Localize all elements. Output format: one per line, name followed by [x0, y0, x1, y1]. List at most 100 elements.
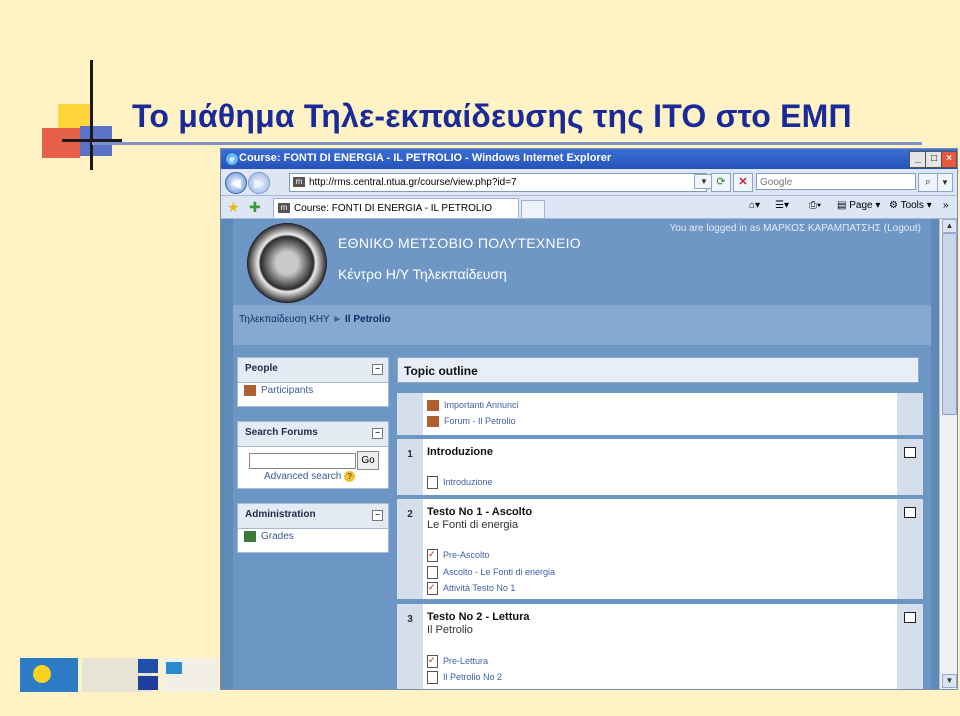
url-input[interactable]: m http://rms.central.ntua.gr/course/view.…: [289, 173, 707, 192]
section-2-body: Testo No 1 - Ascolto Le Fonti di energia…: [423, 499, 897, 599]
collapse-icon[interactable]: −: [372, 428, 383, 439]
quiz-link-attivita[interactable]: ✓ Attività Testo No 1: [427, 582, 515, 595]
highlight-checkbox[interactable]: [904, 612, 916, 623]
add-favorites-icon[interactable]: ✚: [249, 199, 261, 216]
users-icon: [244, 385, 256, 396]
help-icon[interactable]: ?: [344, 471, 356, 482]
ie-icon: e: [225, 152, 239, 166]
section-2: 2 Testo No 1 - Ascolto Le Fonti di energ…: [397, 499, 923, 599]
login-info[interactable]: You are logged in as ΜΑΡΚΟΣ ΚΑΡΑΜΠΑΤΣΗΣ …: [670, 223, 922, 234]
close-button[interactable]: ×: [941, 151, 957, 168]
document-icon: [427, 476, 438, 489]
new-tab-button[interactable]: [521, 200, 545, 219]
document-icon: [427, 671, 438, 684]
home-icon[interactable]: ⌂▾: [749, 200, 760, 211]
search-input[interactable]: Google: [756, 173, 916, 190]
feeds-icon[interactable]: ☰▾: [775, 200, 789, 211]
favorites-star-icon[interactable]: ★: [227, 199, 240, 216]
quiz-check-icon: ✓: [427, 582, 438, 595]
search-options-icon[interactable]: ▼: [937, 173, 953, 192]
resource-label: Introduzione: [443, 476, 493, 487]
section-number: 1: [397, 439, 423, 495]
forum-link-announcements[interactable]: Importanti Annunci: [427, 400, 519, 412]
breadcrumb-current: Il Petrolio: [345, 314, 391, 325]
quiz-check-icon: ✓: [427, 655, 438, 668]
back-button[interactable]: ◀: [225, 172, 247, 194]
collapse-icon[interactable]: −: [372, 364, 383, 375]
forward-button[interactable]: ▶: [248, 172, 270, 194]
people-block: People − Participants: [237, 357, 389, 407]
breadcrumb-home[interactable]: Τηλεκπαίδευση ΚΗΥ: [239, 314, 330, 325]
tab-bar: ★ ✚ m Course: FONTI DI ENERGIA - IL PETRO…: [221, 196, 957, 219]
advanced-search-link[interactable]: Advanced search ?: [264, 471, 356, 482]
go-button[interactable]: Go: [357, 451, 379, 470]
admin-block-title: Administration: [245, 509, 316, 520]
center-name: Κέντρο Η/Υ Τηλεκπαίδευση: [338, 266, 507, 282]
tools-menu-label: Tools: [900, 200, 924, 211]
resource-label: Pre-Lettura: [443, 655, 489, 666]
resource-label: Forum - Il Petrolio: [444, 416, 516, 426]
sponsor-logos: [20, 658, 218, 692]
decor-square-red: [42, 128, 80, 158]
grades-icon: [244, 531, 256, 542]
web-page: ΕΘΝΙΚΟ ΜΕΤΣΟΒΙΟ ΠΟΛΥΤΕΧΝΕΙΟ Κέντρο Η/Υ Τ…: [221, 219, 939, 689]
resource-label: Importanti Annunci: [444, 400, 519, 410]
section-1: 1 Introduzione Introduzione: [397, 439, 923, 495]
collapse-icon[interactable]: −: [372, 510, 383, 521]
advanced-search-label: Advanced search: [264, 471, 342, 482]
quiz-check-icon: ✓: [427, 549, 438, 562]
resource-link-petrolio-2[interactable]: Il Petrolio No 2: [427, 671, 502, 684]
highlight-checkbox[interactable]: [904, 447, 916, 458]
page-menu-label: Page: [849, 200, 873, 211]
search-block-title: Search Forums: [245, 427, 318, 438]
forum-search-input[interactable]: [249, 453, 356, 469]
section-3-right: [897, 604, 923, 689]
print-icon[interactable]: ⎙▾: [809, 200, 821, 211]
section-number: 3: [397, 604, 423, 689]
search-icon[interactable]: ⌕: [918, 173, 938, 192]
forum-icon: [427, 416, 439, 428]
quiz-link-pre-ascolto[interactable]: ✓ Pre-Ascolto: [427, 549, 490, 562]
document-icon: [427, 566, 438, 579]
section-title: Testo No 1 - Ascolto: [427, 506, 533, 518]
site-header: ΕΘΝΙΚΟ ΜΕΤΣΟΒΙΟ ΠΟΛΥΤΕΧΝΕΙΟ Κέντρο Η/Υ Τ…: [233, 219, 931, 305]
participants-link[interactable]: Participants: [238, 383, 388, 398]
vertical-scrollbar[interactable]: ▲ ▼: [939, 219, 957, 689]
scroll-up-icon[interactable]: ▲: [942, 219, 957, 233]
forum-link-petrolio[interactable]: Forum - Il Petrolio: [427, 416, 516, 428]
section-0-right: [897, 393, 923, 435]
browser-window: e Course: FONTI DI ENERGIA - IL PETROLIO…: [220, 148, 958, 690]
section-0-body: Importanti Annunci Forum - Il Petrolio: [423, 393, 897, 435]
stop-icon[interactable]: ✕: [733, 173, 753, 192]
grades-link[interactable]: Grades: [238, 529, 388, 544]
section-title: Testo No 2 - Lettura: [427, 611, 530, 623]
resource-label: Pre-Ascolto: [443, 549, 490, 560]
tab-label: Course: FONTI DI ENERGIA - IL PETROLIO: [294, 203, 493, 214]
section-2-right: [897, 499, 923, 599]
tab-current[interactable]: m Course: FONTI DI ENERGIA - IL PETROLIO: [273, 198, 519, 218]
address-bar: ◀ ▶ m http://rms.central.ntua.gr/course/v…: [221, 169, 957, 196]
title-underline: [92, 142, 922, 145]
resource-label: Il Petrolio No 2: [443, 671, 503, 682]
participants-label: Participants: [261, 385, 314, 397]
refresh-icon[interactable]: ⟳: [711, 173, 731, 192]
resource-link-introduzione[interactable]: Introduzione: [427, 476, 493, 489]
tools-menu[interactable]: ⚙ Tools ▾: [889, 200, 932, 211]
chevron-more-icon[interactable]: »: [943, 200, 949, 211]
people-block-title: People: [245, 363, 278, 374]
scroll-thumb[interactable]: [942, 233, 957, 415]
section-3: 3 Testo No 2 - Lettura Il Petrolio ✓ Pre-…: [397, 604, 923, 689]
forum-icon: [427, 400, 439, 412]
resource-link-ascolto[interactable]: Ascolto - Le Fonti di energia: [427, 566, 555, 579]
scroll-down-icon[interactable]: ▼: [942, 674, 957, 688]
page-menu[interactable]: ▤ Page ▾: [837, 200, 880, 211]
window-titlebar: e Course: FONTI DI ENERGIA - IL PETROLIO…: [221, 149, 957, 169]
decor-line-vertical: [90, 60, 93, 170]
quiz-link-pre-lettura[interactable]: ✓ Pre-Lettura: [427, 655, 488, 668]
resource-label: Attività Testo No 1: [443, 582, 516, 593]
resource-label: Ascolto - Le Fonti di energia: [443, 566, 556, 577]
section-1-right: [897, 439, 923, 495]
highlight-checkbox[interactable]: [904, 507, 916, 518]
institution-name: ΕΘΝΙΚΟ ΜΕΤΣΟΒΙΟ ΠΟΛΥΤΕΧΝΕΙΟ: [338, 235, 581, 251]
section-1-body: Introduzione Introduzione: [423, 439, 897, 495]
